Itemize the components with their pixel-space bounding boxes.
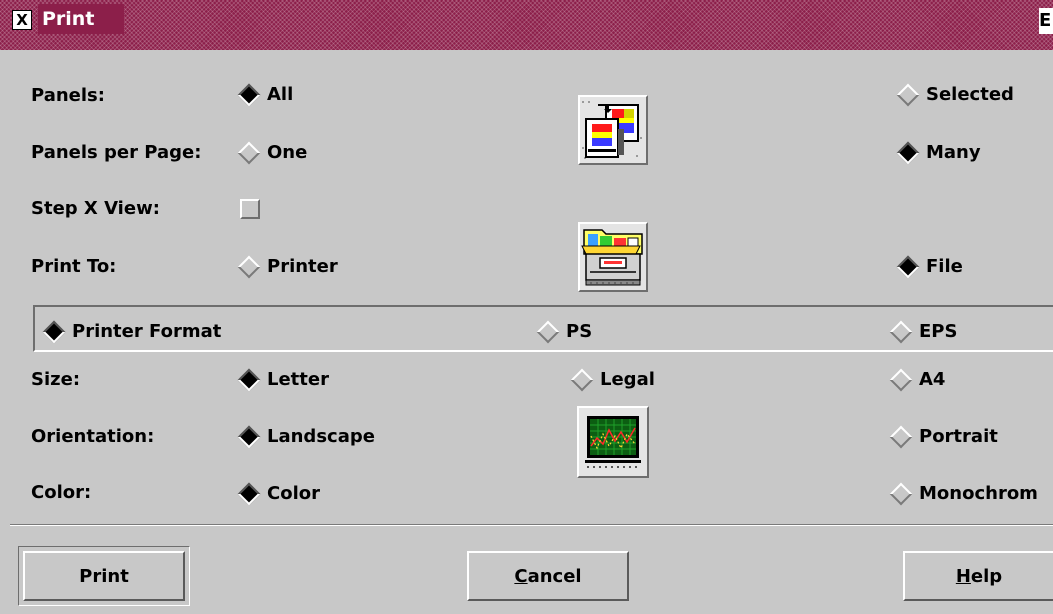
print-to-file-radio[interactable]: File	[894, 255, 963, 278]
print-button-label: Print	[79, 565, 129, 587]
panels-all-radio[interactable]: All	[235, 83, 294, 106]
cancel-rest: ancel	[527, 565, 582, 587]
format-eps-label: EPS	[919, 321, 958, 342]
panels-per-page-one-radio[interactable]: One	[235, 141, 308, 164]
panels-all-label: All	[267, 84, 294, 105]
cancel-button[interactable]: Cancel	[467, 551, 629, 601]
print-to-file-label: File	[926, 256, 963, 277]
panels-selected-label: Selected	[926, 84, 1014, 105]
cancel-mnemonic: C	[514, 565, 528, 587]
radio-indicator	[889, 425, 913, 448]
cancel-button-label: Cancel	[514, 566, 581, 587]
size-a4-radio[interactable]: A4	[887, 368, 946, 391]
help-mnemonic: H	[955, 565, 971, 587]
panels-per-page-label: Panels per Page:	[31, 142, 202, 163]
print-to-printer-label: Printer	[267, 256, 338, 277]
radio-indicator	[237, 368, 261, 391]
radio-indicator	[237, 255, 261, 278]
color-color-radio[interactable]: Color	[235, 482, 320, 505]
panels-label: Panels:	[31, 85, 105, 106]
step-x-view-checkbox[interactable]	[240, 199, 260, 219]
radio-indicator	[42, 320, 66, 343]
print-to-label: Print To:	[31, 256, 117, 277]
radio-indicator	[237, 141, 261, 164]
orientation-landscape-radio[interactable]: Landscape	[235, 425, 375, 448]
chart-preview-icon	[577, 406, 649, 478]
format-eps-radio[interactable]: EPS	[887, 320, 958, 343]
radio-indicator	[536, 320, 560, 343]
print-button[interactable]: Print	[23, 551, 185, 601]
size-legal-radio[interactable]: Legal	[568, 368, 655, 391]
print-to-printer-radio[interactable]: Printer	[235, 255, 338, 278]
format-ps-radio[interactable]: PS	[534, 320, 593, 343]
orientation-portrait-label: Portrait	[919, 426, 998, 447]
size-a4-label: A4	[919, 369, 946, 390]
printer-file-icon	[578, 222, 648, 292]
titlebar-right-button[interactable]: E	[1039, 8, 1053, 34]
orientation-label: Orientation:	[31, 426, 155, 447]
color-monochrome-label: Monochrom	[919, 483, 1038, 504]
color-monochrome-radio[interactable]: Monochrom	[887, 482, 1038, 505]
help-button-label: Help	[956, 566, 1002, 587]
radio-indicator	[896, 255, 920, 278]
radio-indicator	[570, 368, 594, 391]
color-color-label: Color	[267, 483, 320, 504]
size-letter-radio[interactable]: Letter	[235, 368, 329, 391]
window-title: Print	[38, 4, 124, 34]
title-bar[interactable]: X Print E	[0, 0, 1053, 50]
color-label: Color:	[31, 482, 92, 503]
button-area-divider	[10, 524, 1053, 526]
help-rest: elp	[970, 565, 1003, 587]
orientation-portrait-radio[interactable]: Portrait	[887, 425, 998, 448]
radio-indicator	[889, 320, 913, 343]
step-x-view-label: Step X View:	[31, 198, 160, 219]
panels-per-page-one-label: One	[267, 142, 308, 163]
radio-indicator	[237, 482, 261, 505]
orientation-landscape-label: Landscape	[267, 426, 375, 447]
format-ps-label: PS	[566, 321, 593, 342]
panels-selected-radio[interactable]: Selected	[894, 83, 1014, 106]
panels-per-page-many-radio[interactable]: Many	[894, 141, 981, 164]
radio-indicator	[889, 368, 913, 391]
help-button[interactable]: Help	[903, 551, 1053, 601]
format-printer-label: Printer Format	[72, 321, 222, 342]
panels-icon	[578, 95, 648, 165]
format-printer-radio[interactable]: Printer Format	[40, 320, 222, 343]
window-menu-icon[interactable]: X	[12, 10, 32, 30]
size-legal-label: Legal	[600, 369, 655, 390]
window-menu-glyph: X	[16, 10, 28, 29]
radio-indicator	[889, 482, 913, 505]
size-letter-label: Letter	[267, 369, 329, 390]
size-label: Size:	[31, 369, 81, 390]
radio-indicator	[896, 141, 920, 164]
radio-indicator	[237, 425, 261, 448]
panels-per-page-many-label: Many	[926, 142, 981, 163]
radio-indicator	[237, 83, 261, 106]
radio-indicator	[896, 83, 920, 106]
